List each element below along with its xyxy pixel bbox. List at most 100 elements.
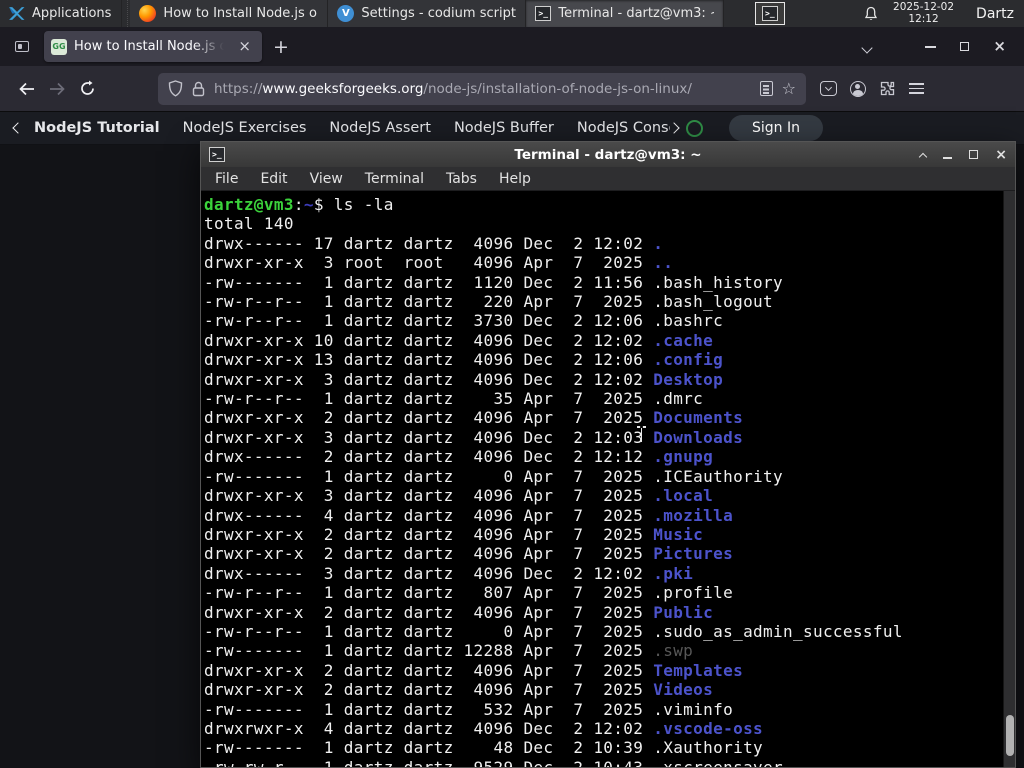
forward-button[interactable] (42, 74, 72, 104)
url-scheme: https:// (214, 80, 263, 97)
tab-title: How to Install Node.js on (74, 39, 228, 54)
menu-hamburger-icon[interactable] (909, 82, 924, 95)
terminal-output-line: drwxr-xr-x 2 dartz dartz 4096 Apr 7 2025… (204, 680, 714, 700)
distro-logo-icon (9, 7, 25, 20)
panel-user-label: Dartz (976, 5, 1014, 22)
terminal-total-line: total 140 (204, 214, 294, 234)
lock-icon[interactable] (192, 81, 205, 97)
url-domain: www.geeksforgeeks.org (262, 80, 424, 97)
reader-mode-icon[interactable] (759, 81, 773, 96)
terminal-output-line: drwxr-xr-x 2 dartz dartz 4096 Apr 7 2025… (204, 408, 744, 428)
menu-tabs[interactable]: Tabs (446, 171, 477, 187)
terminal-output-line: drwx------ 2 dartz dartz 4096 Dec 2 12:1… (204, 447, 714, 467)
terminal-output-line: drwxr-xr-x 2 dartz dartz 4096 Apr 7 2025… (204, 524, 704, 544)
scrollbar-thumb[interactable] (1006, 715, 1014, 756)
terminal-output-area[interactable]: dartz@vm3:~$ ls -la total 140 drwx------… (201, 191, 1015, 767)
window-close-button[interactable]: × (993, 39, 1006, 54)
terminal-output-line: drwxr-xr-x 3 dartz dartz 4096 Apr 7 2025… (204, 486, 714, 506)
firefox-view-icon (15, 41, 29, 52)
clock-time: 12:12 (908, 12, 939, 25)
window-close-button[interactable]: × (995, 147, 1007, 163)
list-all-tabs-button[interactable] (861, 37, 874, 56)
terminal-output-line: -rw------- 1 dartz dartz 532 Apr 7 2025 … (204, 699, 734, 719)
extensions-puzzle-icon[interactable] (879, 80, 896, 97)
nav-scroll-left-icon[interactable] (12, 122, 24, 134)
notification-bell-icon[interactable] (863, 6, 879, 22)
new-tab-button[interactable]: + (262, 36, 300, 58)
terminal-output-line: drwxr-xr-x 10 dartz dartz 4096 Dec 2 12:… (204, 330, 714, 350)
window-minimize-button[interactable] (925, 45, 937, 48)
nav-item-exercises[interactable]: NodeJS Exercises (183, 120, 307, 136)
account-icon[interactable] (850, 80, 866, 97)
pocket-save-icon[interactable] (820, 81, 837, 96)
taskbar-item-terminal[interactable]: >_ Terminal - dartz@vm3: ~ (526, 0, 725, 27)
terminal-output-line: -rw-r--r-- 1 dartz dartz 0 Apr 7 2025 .s… (204, 621, 903, 641)
terminal-output-line: -rw-r--r-- 1 dartz dartz 220 Apr 7 2025 … (204, 292, 774, 312)
site-nav-right: Sign In (686, 115, 823, 141)
chevron-down-icon (861, 42, 874, 54)
terminal-output-line: -rw-rw-r-- 1 dartz dartz 9529 Dec 2 10:4… (204, 758, 1001, 767)
bookmark-star-icon[interactable]: ☆ (782, 79, 796, 98)
top-panel: Applications How to Install Node.js o...… (0, 0, 1024, 27)
terminal-icon: >_ (209, 147, 225, 162)
terminal-output-line: drwxr-xr-x 2 dartz dartz 4096 Apr 7 2025… (204, 660, 744, 680)
site-favicon: GG (51, 38, 67, 55)
terminal-output-line: -rw------- 1 dartz dartz 0 Apr 7 2025 .I… (204, 466, 784, 486)
firefox-icon (139, 5, 157, 22)
forward-arrow-icon (50, 82, 65, 95)
terminal-output-line: -rw-r--r-- 1 dartz dartz 35 Apr 7 2025 .… (204, 389, 704, 409)
browser-tab-active[interactable]: GG How to Install Node.js on × (44, 31, 262, 62)
tray-terminal-icon[interactable]: >_ (755, 2, 786, 25)
terminal-icon: >_ (762, 6, 779, 21)
firefox-view-button[interactable] (8, 34, 36, 60)
terminal-listing: drwx------ 17 dartz dartz 4096 Dec 2 12:… (204, 234, 1001, 767)
terminal-output-line: drwxr-xr-x 3 dartz dartz 4096 Dec 2 12:0… (204, 369, 724, 389)
terminal-title-bar[interactable]: >_ Terminal - dartz@vm3: ~ × (201, 142, 1015, 167)
window-shade-button[interactable] (919, 145, 928, 164)
reload-button[interactable] (72, 74, 102, 104)
terminal-output-line: drwx------ 3 dartz dartz 4096 Dec 2 12:0… (204, 563, 694, 583)
back-button[interactable] (12, 74, 42, 104)
taskbar-item-codium[interactable]: V Settings - codium script... (328, 0, 527, 27)
tab-close-icon[interactable]: × (234, 38, 255, 55)
terminal-menu-bar: File Edit View Terminal Tabs Help (201, 167, 1015, 191)
terminal-scrollbar[interactable] (1003, 191, 1015, 767)
menu-view[interactable]: View (310, 171, 343, 187)
nav-scroll-right-icon[interactable] (668, 122, 680, 134)
prompt-command: $ ls -la (313, 195, 394, 214)
site-nav-items: NodeJS Tutorial NodeJS Exercises NodeJS … (34, 120, 670, 136)
terminal-output-line: -rw------- 1 dartz dartz 1120 Dec 2 11:5… (204, 272, 784, 292)
codium-icon: V (337, 5, 355, 22)
window-maximize-button[interactable] (969, 150, 979, 159)
nav-item-console[interactable]: NodeJS Console (577, 120, 670, 136)
terminal-output-line: -rw------- 1 dartz dartz 12288 Apr 7 202… (204, 641, 694, 661)
window-minimize-button[interactable] (943, 156, 953, 159)
terminal-output-line: drwxr-xr-x 3 root root 4096 Apr 7 2025 .… (204, 253, 674, 273)
menu-file[interactable]: File (215, 171, 238, 187)
back-arrow-icon (19, 82, 34, 95)
tracking-shield-icon[interactable] (168, 80, 183, 97)
sign-in-button[interactable]: Sign In (729, 115, 823, 141)
terminal-output-line: drwxrwxr-x 4 dartz dartz 4096 Dec 2 12:0… (204, 718, 764, 738)
search-icon[interactable] (686, 119, 703, 137)
taskbar-item-firefox[interactable]: How to Install Node.js o... (130, 0, 329, 27)
nav-item-tutorial[interactable]: NodeJS Tutorial (34, 120, 160, 136)
url-bar[interactable]: https://www.geeksforgeeks.org/node-js/in… (158, 72, 806, 105)
menu-help[interactable]: Help (499, 171, 531, 187)
nav-item-buffer[interactable]: NodeJS Buffer (454, 120, 554, 136)
nav-item-assert[interactable]: NodeJS Assert (329, 120, 431, 136)
toolbar-right-icons (820, 80, 924, 97)
url-path: /node-js/installation-of-node-js-on-linu… (423, 80, 692, 97)
panel-clock[interactable]: 2025-12-02 12:12 (893, 1, 955, 25)
taskbar-item-label: Settings - codium script... (361, 6, 517, 21)
prompt-cwd: ~ (303, 195, 314, 214)
window-maximize-button[interactable] (960, 42, 970, 51)
menu-edit[interactable]: Edit (260, 171, 287, 187)
terminal-icon: >_ (535, 6, 552, 21)
clock-date: 2025-12-02 (893, 1, 955, 13)
reload-icon (80, 80, 94, 95)
menu-terminal[interactable]: Terminal (365, 171, 424, 187)
applications-menu-button[interactable]: Applications (0, 0, 123, 27)
terminal-window-controls: × (919, 145, 1007, 164)
terminal-output-line: -rw-r--r-- 1 dartz dartz 3730 Dec 2 12:0… (204, 311, 724, 331)
